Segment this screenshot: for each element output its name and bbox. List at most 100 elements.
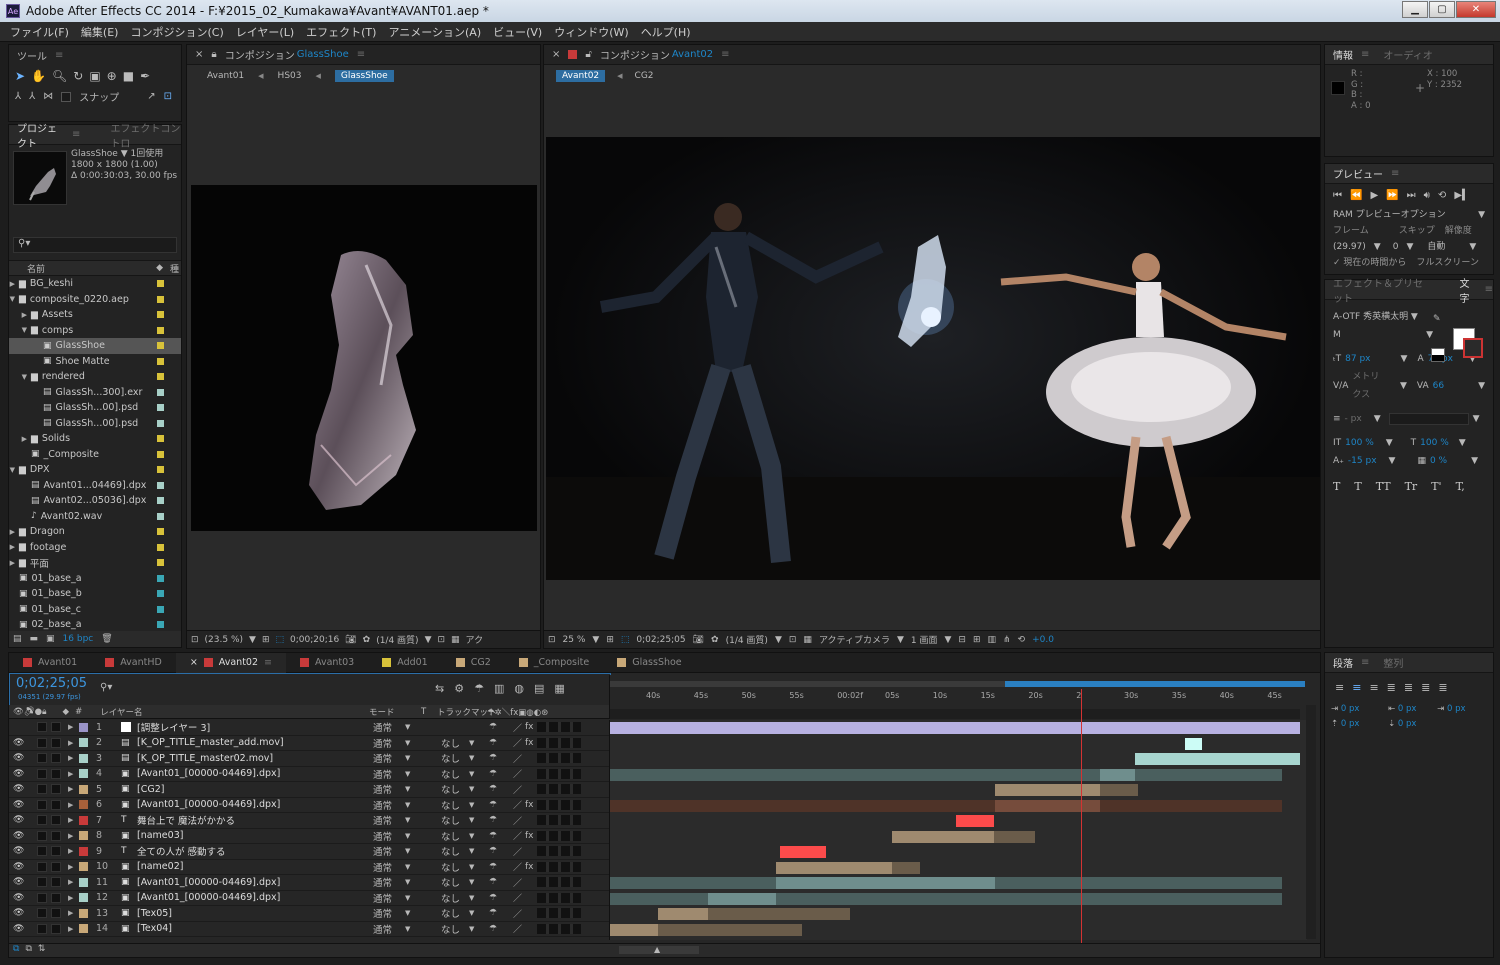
visibility-eye-icon[interactable]: 👁︎ [13, 769, 24, 779]
visibility-eye-icon[interactable]: 👁︎ [13, 877, 24, 887]
label-swatch[interactable] [157, 357, 164, 365]
solo-toggle[interactable] [37, 861, 47, 872]
label-swatch[interactable] [157, 295, 164, 303]
shy-switch-icon[interactable]: ☂ [489, 862, 497, 872]
layer-switches[interactable] [537, 877, 581, 888]
snap-checkbox[interactable] [61, 91, 72, 102]
next-frame-icon[interactable]: ⏩ [1386, 190, 1398, 201]
time-ruler[interactable]: 40s 45s 50s 55s 00:02f 05s 10s 15s 20s 2 30s 35s 40s… [609, 675, 1307, 719]
layer-switches[interactable] [537, 830, 581, 841]
new-comp-icon[interactable]: ▣ [46, 634, 55, 644]
label-swatch[interactable] [157, 481, 164, 489]
layer-name[interactable]: [Tex04] [137, 923, 172, 934]
timeline-tab[interactable]: AvantHD [91, 653, 176, 673]
layer-label-swatch[interactable] [79, 877, 88, 887]
resolution-dropdown[interactable]: 自動 [1427, 239, 1445, 255]
solo-toggle[interactable] [37, 846, 47, 857]
project-item[interactable]: ▼ ▆ composite_0220.aep [9, 292, 181, 308]
layer-in-out-bar[interactable] [658, 908, 708, 920]
expand-layer-icon[interactable]: ▶ [68, 770, 73, 778]
project-item[interactable]: ▶ ▆ BG_keshi [9, 276, 181, 292]
blend-mode-dropdown[interactable]: 通常 [373, 875, 392, 889]
quality-switch-icon[interactable]: ／ [513, 845, 522, 858]
menu-item-1[interactable]: 編集(E) [81, 24, 119, 40]
label-swatch[interactable] [157, 326, 164, 334]
text-style-button[interactable]: T, [1456, 478, 1465, 496]
horizontal-scale-value[interactable]: 100 % [1420, 434, 1449, 452]
breadcrumb-item[interactable]: CG2 [635, 71, 654, 81]
always-preview-icon[interactable]: ⊡ [191, 635, 199, 645]
expand-layer-icon[interactable]: ▶ [68, 832, 73, 840]
layer-in-out-bar[interactable] [1135, 753, 1300, 765]
track-matte-dropdown[interactable]: なし [441, 860, 460, 874]
visibility-eye-icon[interactable]: 👁︎ [13, 738, 24, 748]
visibility-eye-icon[interactable]: 👁︎ [13, 815, 24, 825]
track-matte-dropdown[interactable]: なし [441, 736, 460, 750]
stroke-color-swatch[interactable] [1463, 338, 1483, 358]
label-swatch[interactable] [157, 450, 164, 458]
expand-layer-icon[interactable]: ▶ [68, 925, 73, 933]
label-swatch[interactable] [157, 388, 164, 396]
brainstorm-icon[interactable]: ▦ [554, 682, 564, 695]
blend-mode-dropdown[interactable]: 通常 [373, 891, 392, 905]
text-style-button[interactable]: TT [1376, 478, 1391, 496]
project-search-input[interactable]: ⚲▾ [13, 237, 177, 253]
expand-layer-icon[interactable]: ▶ [68, 894, 73, 902]
camera-dropdown[interactable]: アク [466, 633, 484, 646]
track-matte-dropdown[interactable]: なし [441, 906, 460, 920]
audio-icon[interactable]: 🔊︎ [1424, 190, 1430, 201]
comp-canvas-glassshoe[interactable] [191, 185, 537, 531]
visibility-eye-icon[interactable]: 👁︎ [13, 924, 24, 934]
mask-visibility-icon[interactable]: ⬚ [276, 635, 285, 645]
layer-label-swatch[interactable] [79, 924, 88, 934]
breadcrumb-item[interactable]: Avant01 [207, 71, 244, 81]
layer-name[interactable]: 全ての人が 感動する [137, 844, 226, 858]
project-item[interactable]: ▶ ▆ Assets [9, 307, 181, 323]
layer-label-swatch[interactable] [79, 908, 88, 918]
layer-switches[interactable] [537, 722, 581, 733]
pen-tool-icon[interactable]: ✒ [140, 69, 150, 83]
track-matte-dropdown[interactable]: なし [441, 875, 460, 889]
shy-switch-icon[interactable]: ☂ [489, 800, 497, 810]
lock-icon[interactable]: 🔓︎ [585, 49, 591, 60]
layer-in-out-bar[interactable] [776, 861, 892, 874]
effects-switch-icon[interactable]: fx [525, 862, 534, 872]
disclosure-icon[interactable]: ▼ [9, 373, 27, 381]
visibility-eye-icon[interactable]: 👁︎ [13, 800, 24, 810]
project-item[interactable]: ▣ GlassShoe [9, 338, 181, 354]
layer-name[interactable]: 舞台上で 魔法がかかる [137, 813, 235, 827]
blend-mode-dropdown[interactable]: 通常 [373, 798, 392, 812]
quality-switch-icon[interactable]: ／ [513, 876, 522, 889]
rotate-tool-icon[interactable]: ↻ [73, 69, 83, 83]
view-layout-dropdown[interactable]: 1 画面 [911, 633, 938, 646]
track-matte-dropdown[interactable]: なし [441, 751, 460, 765]
text-style-button[interactable]: Tr [1405, 478, 1418, 496]
project-item[interactable]: ▤ Avant02...05036].dpx [9, 493, 181, 509]
project-item[interactable]: ▣ 01_base_a [9, 571, 181, 587]
layer-duration-bar[interactable] [610, 768, 1282, 781]
motion-blur-icon[interactable]: ◍ [514, 682, 524, 695]
layer-label-swatch[interactable] [79, 862, 88, 872]
audio-tab[interactable]: オーディオ [1383, 47, 1432, 62]
switches-toggle-icon[interactable]: ⇅ [38, 944, 46, 957]
blend-mode-dropdown[interactable]: 通常 [373, 906, 392, 920]
pan-behind-tool-icon[interactable]: ⊕ [107, 69, 117, 83]
layer-in-out-bar[interactable] [610, 722, 1300, 734]
track-matte-dropdown[interactable]: なし [441, 813, 460, 827]
text-style-button[interactable]: T [1333, 478, 1340, 496]
layer-label-swatch[interactable] [79, 815, 88, 825]
shy-switch-icon[interactable]: ☂ [489, 877, 497, 887]
layer-in-out-bar[interactable] [1100, 768, 1135, 781]
layer-in-out-bar[interactable] [780, 846, 826, 858]
ram-preview-icon[interactable]: ▶▍ [1454, 190, 1469, 201]
project-item[interactable]: ▣ 01_base_c [9, 602, 181, 618]
layer-label-swatch[interactable] [79, 784, 88, 794]
bit-depth-button[interactable]: 16 bpc [63, 634, 94, 644]
layer-switches[interactable] [537, 784, 581, 795]
layer-switches[interactable] [537, 908, 581, 919]
roi-icon[interactable]: ⊡ [437, 635, 445, 645]
prev-frame-icon[interactable]: ⏪ [1350, 190, 1362, 201]
blend-mode-dropdown[interactable]: 通常 [373, 736, 392, 750]
puppet-tool-icon[interactable]: ⅄ [29, 91, 35, 102]
minimize-button[interactable]: ▁ [1402, 1, 1428, 18]
